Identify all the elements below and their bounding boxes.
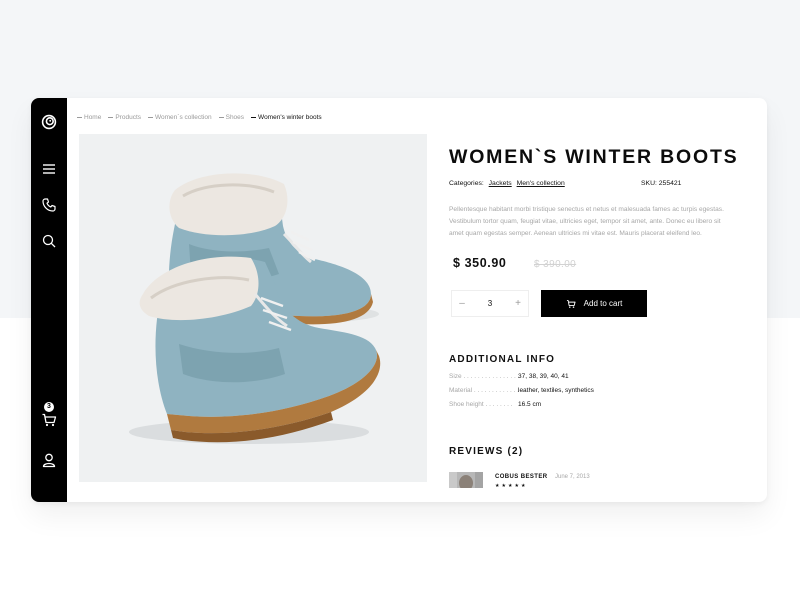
category-link-jackets[interactable]: Jackets <box>489 180 512 187</box>
add-to-cart-button[interactable]: Add to cart <box>541 290 647 317</box>
product-description: Pellentesque habitant morbi tristique se… <box>449 206 724 237</box>
dash-icon <box>218 116 224 118</box>
info-label: Material . . . . . . . . . . . . . <box>449 387 520 394</box>
cart-icon[interactable] <box>39 410 59 430</box>
info-value: leather, textiles, synthetics <box>518 387 594 394</box>
boots-illustration <box>129 173 381 444</box>
review-date: June 7, 2013 <box>555 474 590 480</box>
product-price: $ 350.90 <box>453 256 507 270</box>
additional-info-title: ADDITIONAL INFO <box>449 354 556 365</box>
sku-value: 255421 <box>658 180 682 187</box>
product-sku: SKU: 255421 <box>641 180 681 187</box>
avatar <box>449 472 483 488</box>
breadcrumb-shoes[interactable]: Shoes <box>218 113 245 121</box>
dash-icon <box>251 116 257 118</box>
category-link-mens-collection[interactable]: Men's collection <box>517 180 565 187</box>
star-icon: ★ <box>520 483 528 489</box>
phone-icon[interactable] <box>39 195 59 215</box>
categories-label: Categories: <box>449 180 484 187</box>
reviewer-name: COBUS BESTER <box>495 474 548 480</box>
breadcrumb-label: Home <box>84 113 102 121</box>
review-stars: ★★★★★ <box>495 483 527 489</box>
dash-icon <box>148 116 153 118</box>
breadcrumb-label: Women's winter boots <box>258 113 322 121</box>
cart-icon <box>566 299 576 308</box>
info-label: Shoe height . . . . . . . . <box>449 401 513 408</box>
reviews-title: REVIEWS (2) <box>449 446 524 457</box>
product-old-price: $ 390.00 <box>534 259 577 270</box>
breadcrumb-label: Products <box>115 113 141 121</box>
dash-icon <box>77 116 82 118</box>
quantity-increase-button[interactable]: + <box>508 291 528 316</box>
review-item: COBUS BESTER June 7, 2013 ★★★★★ <box>449 472 699 502</box>
user-icon[interactable] <box>39 450 59 470</box>
product-categories: Categories: Jackets Men's collection <box>449 180 565 187</box>
dash-icon <box>108 116 114 118</box>
sku-label: SKU: <box>641 180 657 187</box>
sidebar: 3 <box>31 98 67 502</box>
breadcrumb: Home Products Women`s collection Shoes W… <box>77 111 322 123</box>
quantity-decrease-button[interactable]: – <box>452 291 472 316</box>
search-icon[interactable] <box>39 231 59 251</box>
product-image <box>79 134 427 482</box>
product-title: WOMEN`S WINTER BOOTS <box>449 146 739 168</box>
breadcrumb-home[interactable]: Home <box>77 114 101 121</box>
breadcrumb-label: Shoes <box>225 113 245 121</box>
breadcrumb-label: Women`s collection <box>155 113 212 121</box>
breadcrumb-current: Women's winter boots <box>251 114 322 121</box>
logo-icon[interactable] <box>39 112 59 132</box>
info-label: Size . . . . . . . . . . . . . . . . <box>449 373 520 380</box>
menu-icon[interactable] <box>39 159 59 179</box>
info-value: 37, 38, 39, 40, 41 <box>518 373 569 380</box>
add-to-cart-label: Add to cart <box>583 299 623 308</box>
breadcrumb-products[interactable]: Products <box>108 114 141 121</box>
breadcrumb-womens-collection[interactable]: Women`s collection <box>148 114 212 121</box>
quantity-input[interactable] <box>474 294 506 313</box>
quantity-stepper: – + <box>451 290 529 317</box>
product-card: 3 Home Products Women`s collection Shoes… <box>31 98 767 502</box>
info-value: 16.5 cm <box>518 401 542 408</box>
